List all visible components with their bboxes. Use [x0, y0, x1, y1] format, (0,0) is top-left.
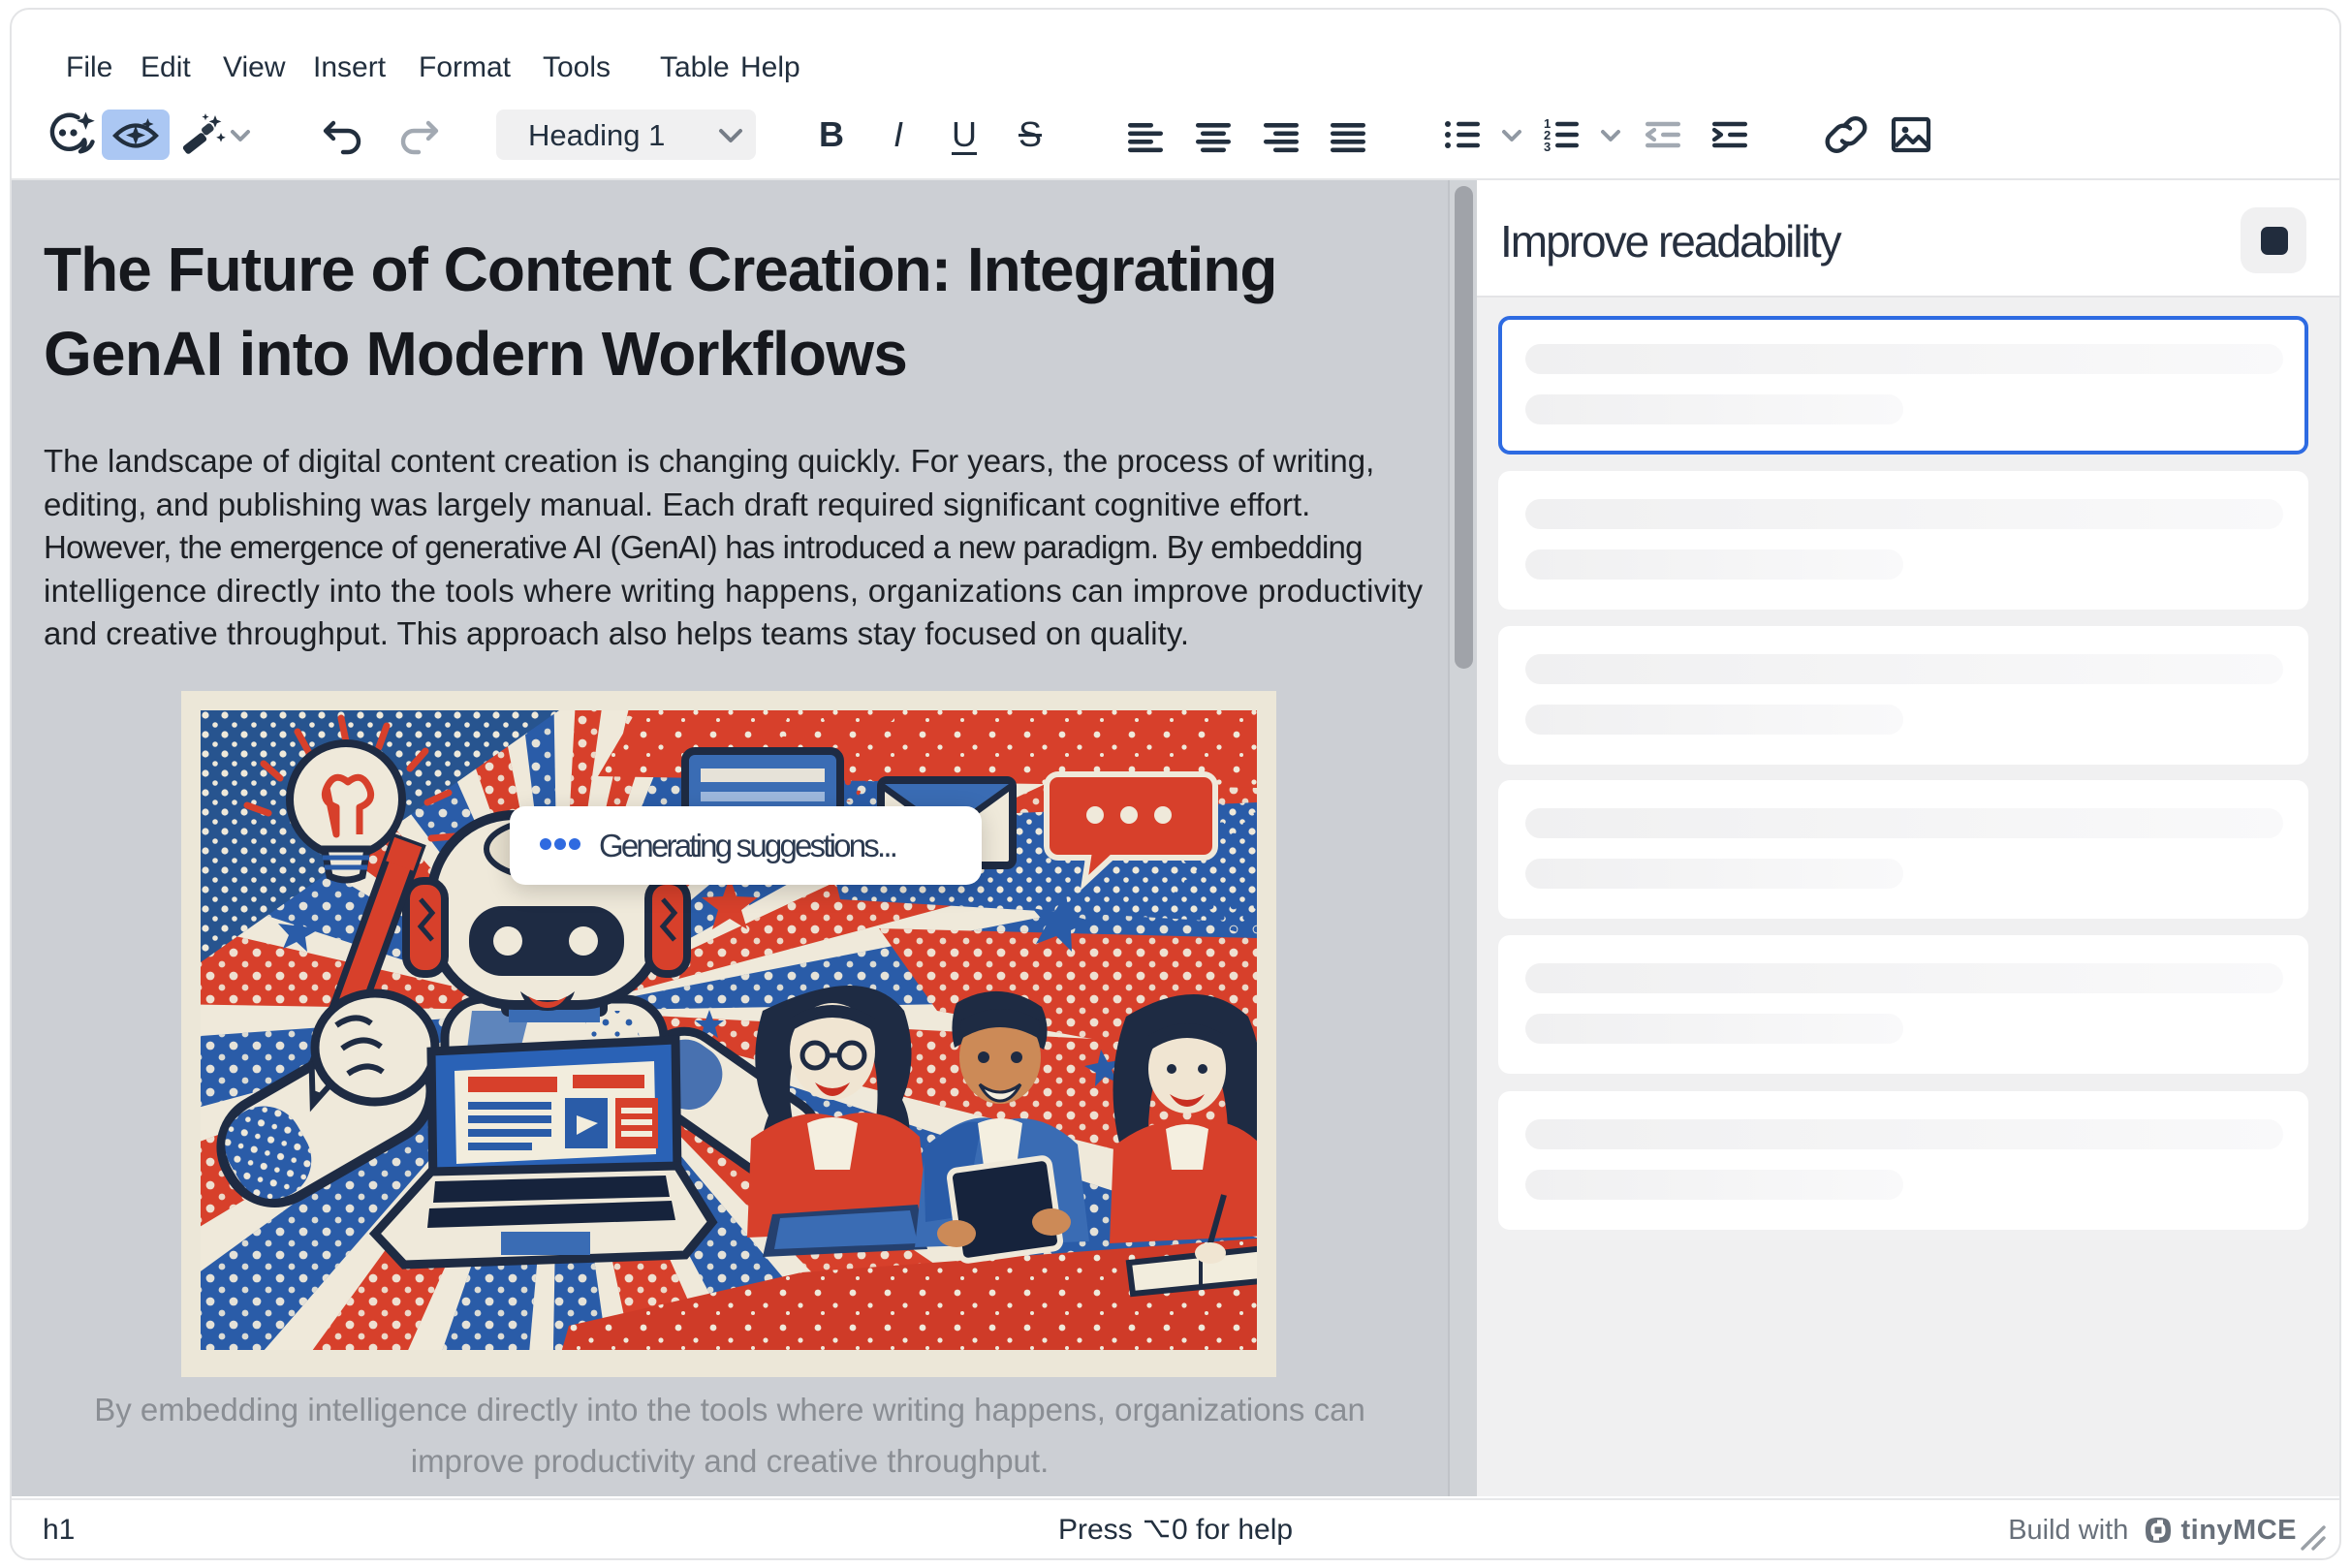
svg-text:3: 3 — [1544, 140, 1551, 154]
